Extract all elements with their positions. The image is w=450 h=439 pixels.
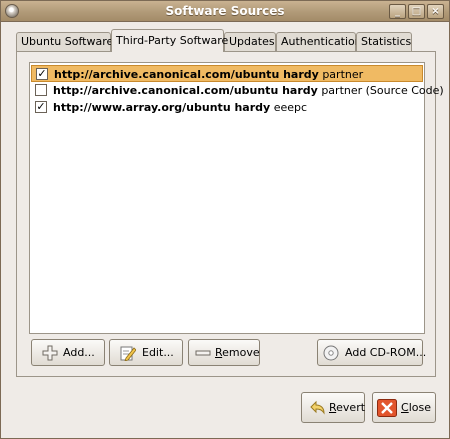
remove-button[interactable]: Remove — [188, 339, 260, 366]
tab-authentication[interactable]: Authentication — [276, 32, 362, 51]
revert-icon — [310, 400, 325, 415]
close-window-button[interactable]: × — [427, 4, 444, 19]
source-row[interactable]: ✓ http://archive.canonical.com/ubuntu ha… — [31, 65, 423, 82]
maximize-button[interactable]: □ — [408, 4, 425, 19]
revert-button-label: Revert — [329, 401, 366, 414]
software-sources-window: Software Sources _ □ × Ubuntu Software T… — [0, 0, 450, 439]
source-checkbox[interactable]: ✓ — [36, 68, 48, 80]
tab-statistics[interactable]: Statistics — [356, 32, 412, 51]
add-button[interactable]: Add... — [31, 339, 105, 366]
close-button-label: Close — [401, 401, 431, 414]
revert-button[interactable]: Revert — [301, 392, 365, 423]
source-uri: http://archive.canonical.com/ubuntu hard… — [54, 68, 319, 81]
tab-updates[interactable]: Updates — [224, 32, 276, 51]
sources-list[interactable]: ✓ http://archive.canonical.com/ubuntu ha… — [29, 62, 444, 334]
plus-icon — [42, 345, 58, 361]
source-checkbox[interactable] — [35, 84, 47, 96]
remove-button-label: Remove — [215, 346, 260, 359]
source-row[interactable]: ✓ http://www.array.org/ubuntu hardy eeep… — [31, 99, 423, 116]
source-checkbox[interactable]: ✓ — [35, 101, 47, 113]
source-component: partner (Source Code) — [321, 84, 444, 97]
edit-pencil-icon — [120, 346, 136, 361]
window-title: Software Sources — [165, 4, 285, 18]
source-uri: http://www.array.org/ubuntu hardy — [53, 101, 271, 114]
tab-third-party-software[interactable]: Third-Party Software — [111, 29, 228, 52]
source-component: partner — [322, 68, 364, 81]
title-bar[interactable]: Software Sources _ □ × — [1, 1, 449, 22]
cdrom-icon — [323, 345, 339, 361]
source-text: http://www.array.org/ubuntu hardy eeepc — [53, 101, 307, 114]
add-cdrom-button[interactable]: Add CD-ROM... — [317, 339, 427, 366]
edit-button[interactable]: Edit... — [109, 339, 183, 366]
source-text: http://archive.canonical.com/ubuntu hard… — [53, 84, 444, 97]
edit-button-label: Edit... — [142, 346, 174, 359]
source-row[interactable]: http://archive.canonical.com/ubuntu hard… — [31, 82, 444, 99]
source-text: http://archive.canonical.com/ubuntu hard… — [54, 68, 363, 81]
source-component: eeepc — [273, 101, 308, 114]
source-uri: http://archive.canonical.com/ubuntu hard… — [53, 84, 318, 97]
close-icon — [377, 399, 397, 417]
minimize-button[interactable]: _ — [389, 4, 406, 19]
tab-ubuntu-software[interactable]: Ubuntu Software — [16, 32, 113, 51]
add-button-label: Add... — [63, 346, 95, 359]
third-party-panel: ✓ http://archive.canonical.com/ubuntu ha… — [16, 51, 444, 377]
close-button[interactable]: Close — [372, 392, 436, 423]
minus-icon — [195, 350, 211, 356]
add-cdrom-button-label: Add CD-ROM... — [345, 346, 427, 359]
